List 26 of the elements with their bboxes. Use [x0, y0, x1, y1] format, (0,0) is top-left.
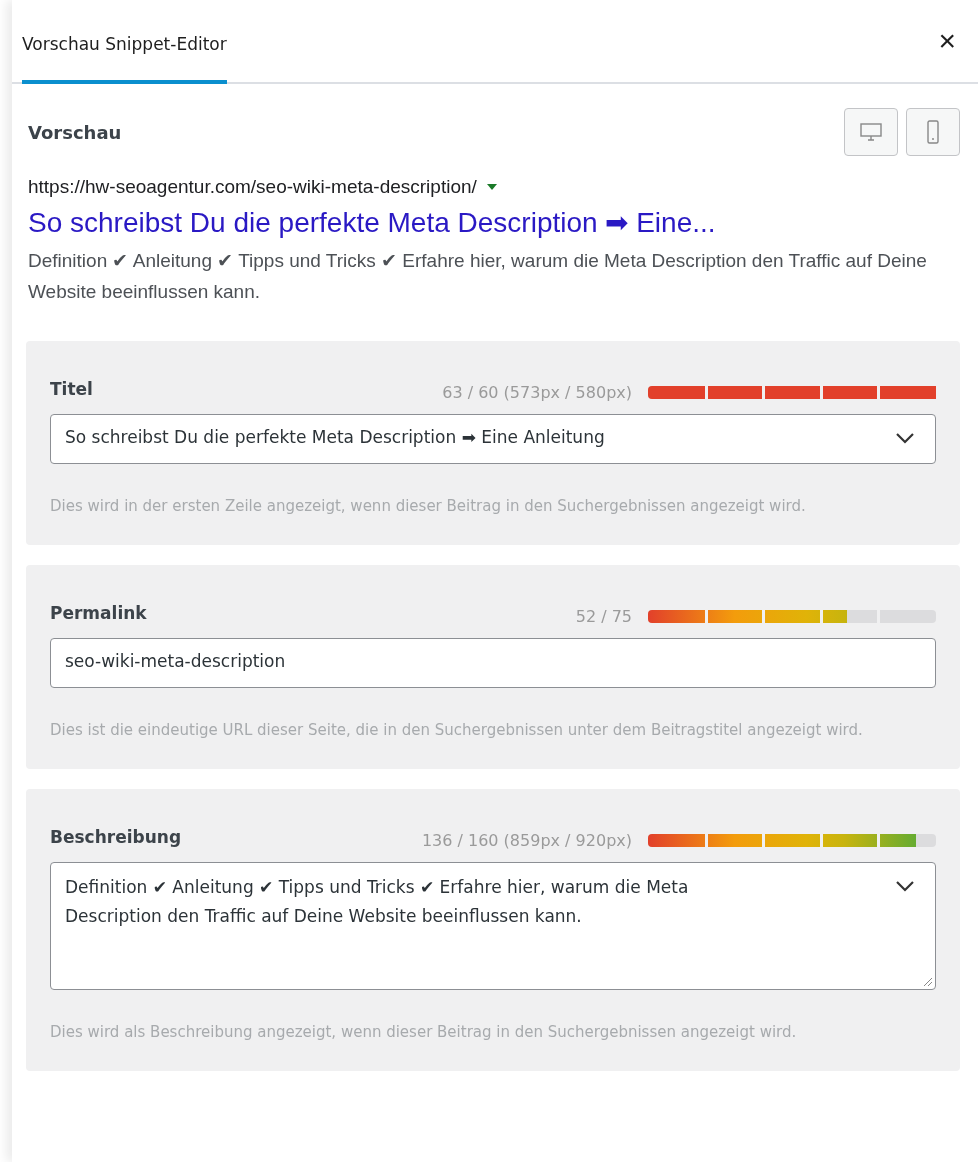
desktop-button[interactable] [844, 108, 898, 156]
mobile-button[interactable] [906, 108, 960, 156]
help-text: Dies ist die eindeutige URL dieser Seite, die in den Suchergebnissen unter dem Beitragstitel angezeigt wird. [50, 720, 864, 741]
result-description: Definition ✔ Anleitung ✔ Tipps und Tricks ✔ Erfahre hier, warum die Meta Description den Traffic auf Deine Website beeinflussen kann. [28, 249, 928, 304]
result-title[interactable]: So schreibst Du die perfekte Meta Description ➡ Eine... [28, 206, 960, 239]
input-field[interactable]: So schreibst Du die perfekte Meta Description ➡ Eine Anleitung [50, 414, 936, 464]
help-text: Dies wird in der ersten Zeile angezeigt, wenn dieser Beitrag in den Suchergebnissen angezeigt wird. [50, 496, 807, 517]
field-label: Beschreibung [50, 826, 182, 847]
smartphone-icon [926, 120, 940, 144]
field-label: Titel [50, 378, 93, 399]
character-count: 52 / 75 [575, 607, 632, 626]
input-field[interactable]: seo-wiki-meta-description [50, 638, 936, 688]
tab[interactable]: Vorschau Snippet-Editor [22, 0, 227, 84]
chevron-down-icon[interactable] [895, 432, 915, 444]
character-count: 136 / 160 (859px / 920px) [421, 831, 632, 850]
character-count: 63 / 60 (573px / 580px) [442, 383, 632, 402]
input-field[interactable]: Definition ✔ Anleitung ✔ Tipps und Tricks ✔ Erfahre hier, warum die Meta Description den Traffic auf Deine Website beeinflussen kann. [50, 862, 936, 990]
result-url: https://hw-seoagentur.com/seo-wiki-meta-description/ [28, 176, 477, 198]
field-label: Permalink [50, 602, 147, 623]
chevron-down-icon[interactable] [895, 880, 915, 892]
help-text: Dies wird als Beschreibung angezeigt, wenn dieser Beitrag in den Suchergebnissen angezeigt wird. [50, 1022, 798, 1043]
close-button[interactable]: × [916, 0, 978, 82]
section-heading: Vorschau [27, 121, 122, 143]
resize-handle-icon[interactable] [923, 977, 933, 987]
dropdown-triangle-icon [486, 184, 497, 190]
monitor-icon [859, 122, 883, 142]
